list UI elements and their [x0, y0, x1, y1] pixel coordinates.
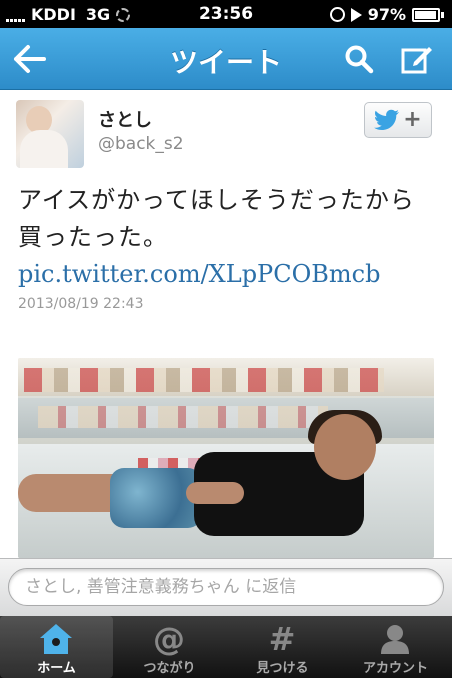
avatar[interactable]: [16, 100, 84, 168]
tab-bar: ホーム @ つながり # 見つける アカウント: [0, 616, 452, 678]
battery-icon: [412, 7, 440, 22]
tab-label: 見つける: [256, 661, 309, 676]
tweet-detail: さとし @back_s2 + アイスがかってほしそうだったから買ったった。 pi…: [0, 90, 452, 558]
at-icon: @: [153, 620, 185, 658]
twitter-bird-icon: [374, 109, 400, 130]
user-handle[interactable]: @back_s2: [98, 134, 184, 154]
tab-discover[interactable]: # 見つける: [226, 616, 339, 678]
battery-percent: 97%: [367, 5, 406, 24]
tab-account[interactable]: アカウント: [339, 616, 452, 678]
page-title: ツイート: [169, 46, 282, 79]
tab-connect[interactable]: @ つながり: [113, 616, 226, 678]
nav-bar: ツイート: [0, 28, 452, 90]
follow-plus-label: +: [403, 107, 422, 132]
status-bar: KDDI 3G 23:56 97%: [0, 0, 452, 28]
rotation-lock-icon: [329, 7, 345, 22]
compose-icon[interactable]: [400, 42, 434, 76]
avatar-body: [20, 130, 68, 168]
search-icon[interactable]: [344, 44, 374, 74]
hash-icon: #: [268, 620, 296, 658]
person-icon: [377, 622, 413, 656]
home-icon: [38, 622, 74, 656]
tab-home[interactable]: ホーム: [0, 616, 113, 678]
play-icon: [350, 7, 362, 22]
battery-tip: [441, 11, 444, 18]
reply-bar: さとし, 善管注意義務ちゃん に返信: [0, 558, 452, 616]
tweet-link[interactable]: pic.twitter.com/XLpPCOBmcb: [18, 260, 380, 288]
tweet-body: アイスがかってほしそうだったから買ったった。: [18, 186, 415, 251]
tweet-timestamp: 2013/08/19 22:43: [18, 296, 144, 312]
tweet-text: アイスがかってほしそうだったから買ったった。 pic.twitter.com/X…: [18, 182, 438, 293]
tab-label: つながり: [143, 661, 196, 676]
reply-input[interactable]: さとし, 善管注意義務ちゃん に返信: [8, 568, 444, 606]
tab-label: ホーム: [37, 661, 76, 676]
follow-button[interactable]: +: [364, 102, 432, 138]
tweet-photo[interactable]: [18, 358, 434, 558]
user-name[interactable]: さとし: [98, 106, 152, 132]
tab-label: アカウント: [362, 661, 428, 676]
status-right: 97%: [329, 5, 444, 24]
